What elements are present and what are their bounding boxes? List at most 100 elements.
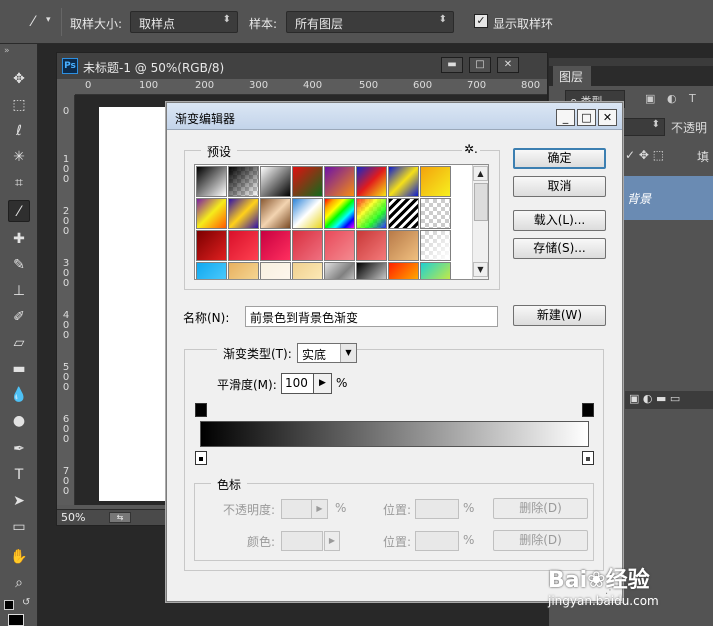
default-colors-icon[interactable] [4, 600, 14, 610]
lock-icon[interactable]: ✓ ✥ ⬚ [625, 148, 664, 162]
sample-size-select[interactable]: 取样点 ⬍ [130, 11, 238, 33]
presets-swatch-grid[interactable]: ▲ ▼ [194, 164, 489, 280]
eraser-tool-icon[interactable]: ▱ [8, 332, 30, 354]
smoothness-input[interactable]: 100 ▶ [281, 373, 332, 394]
gradient-swatch[interactable] [260, 230, 291, 261]
save-button[interactable]: 存储(S)... [513, 238, 606, 259]
gradient-swatch[interactable] [196, 230, 227, 261]
presets-scrollbar[interactable]: ▲ ▼ [472, 165, 488, 279]
gradient-swatch[interactable] [388, 230, 419, 261]
zoom-level[interactable]: 50% [61, 511, 85, 524]
history-brush-tool-icon[interactable]: ✐ [8, 306, 30, 328]
move-tool-icon[interactable]: ✥ [8, 68, 30, 90]
healing-tool-icon[interactable]: ✚ [8, 228, 30, 250]
gradient-swatch[interactable] [356, 262, 387, 279]
layers-tab[interactable]: 图层 [553, 66, 591, 86]
color-stop-right[interactable] [582, 451, 594, 465]
gradient-swatch[interactable] [228, 230, 259, 261]
eyedropper-tool-icon[interactable]: ⁄ [8, 200, 30, 222]
gradient-swatch[interactable] [420, 262, 451, 279]
gradient-swatch[interactable] [356, 230, 387, 261]
gradient-swatch[interactable] [196, 262, 227, 279]
gradient-name-input[interactable]: 前景色到背景色渐变 [245, 306, 498, 327]
layers-footer-icons[interactable]: ▣ ◐ ▬ ▭ [625, 391, 713, 409]
dodge-tool-icon[interactable]: ● [8, 410, 30, 432]
gradient-swatch[interactable] [260, 166, 291, 197]
pen-tool-icon[interactable]: ✒ [8, 438, 30, 460]
gradient-swatch[interactable] [196, 166, 227, 197]
adjust-filter-icon[interactable]: ◐ [667, 92, 677, 105]
gradient-swatch[interactable] [324, 166, 355, 197]
type-filter-icon[interactable]: T [689, 92, 696, 105]
opacity-stop-right[interactable] [582, 403, 594, 417]
scroll-down-icon[interactable]: ▼ [473, 262, 488, 277]
collapse-icon[interactable]: » [4, 46, 10, 56]
hand-tool-icon[interactable]: ✋ [8, 546, 30, 568]
dialog-title-bar[interactable]: 渐变编辑器 _ □ ✕ [167, 103, 622, 130]
dialog-minimize-button[interactable]: _ [556, 109, 575, 126]
gradient-swatch[interactable] [260, 198, 291, 229]
load-button[interactable]: 载入(L)... [513, 210, 606, 231]
gradient-swatch[interactable] [356, 166, 387, 197]
clone-stamp-tool-icon[interactable]: ⊥ [8, 280, 30, 302]
gradient-preview-bar[interactable] [200, 421, 589, 447]
scroll-up-icon[interactable]: ▲ [473, 166, 488, 181]
gradient-swatch[interactable] [420, 166, 451, 197]
gradient-swatch[interactable] [324, 198, 355, 229]
marquee-tool-icon[interactable]: ⬚ [8, 94, 30, 116]
presets-gear-icon[interactable]: ✲. [462, 142, 480, 156]
gradient-swatch[interactable] [228, 198, 259, 229]
zoom-tool-icon[interactable]: ⌕ [8, 572, 30, 594]
shape-tool-icon[interactable]: ▭ [8, 516, 30, 538]
swap-colors-icon[interactable]: ↺ [22, 597, 30, 608]
opacity-stop-left[interactable] [195, 403, 207, 417]
gradient-swatch[interactable] [292, 262, 323, 279]
gradient-swatch[interactable] [324, 262, 355, 279]
brush-tool-icon[interactable]: ✎ [8, 254, 30, 276]
gradient-swatch[interactable] [260, 262, 291, 279]
scroll-thumb[interactable] [474, 183, 488, 221]
gradient-swatch[interactable] [228, 166, 259, 197]
crop-tool-icon[interactable]: ⌗ [8, 172, 30, 194]
image-filter-icon[interactable]: ▣ [645, 92, 655, 105]
path-selection-tool-icon[interactable]: ➤ [8, 490, 30, 512]
gradient-swatch[interactable] [388, 166, 419, 197]
magic-wand-tool-icon[interactable]: ✳ [8, 146, 30, 168]
color-stop-left[interactable] [195, 451, 207, 465]
ruler-origin[interactable] [57, 79, 75, 95]
gradient-swatch[interactable] [228, 262, 259, 279]
gradient-swatch[interactable] [292, 166, 323, 197]
gradient-swatch[interactable] [196, 198, 227, 229]
vertical-ruler[interactable]: 0 1 0 0 2 0 0 3 0 0 4 0 0 5 0 0 6 0 0 7 … [57, 95, 75, 505]
close-button[interactable]: ✕ [497, 57, 519, 73]
blend-mode-select[interactable]: ⬍ [619, 118, 665, 136]
show-ring-checkbox[interactable]: ✓ [474, 14, 488, 28]
sample-select[interactable]: 所有图层 ⬍ [286, 11, 454, 33]
gradient-swatch[interactable] [420, 230, 451, 261]
minimize-button[interactable]: ▬ [441, 57, 463, 73]
type-tool-icon[interactable]: T [8, 464, 30, 486]
status-menu-icon[interactable]: ⇆ [109, 512, 131, 523]
lasso-tool-icon[interactable]: ℓ [8, 120, 30, 142]
background-layer[interactable]: 背景 [619, 176, 713, 220]
cancel-button[interactable]: 取消 [513, 176, 606, 197]
maximize-button[interactable]: □ [469, 57, 491, 73]
dialog-maximize-button[interactable]: □ [577, 109, 596, 126]
gradient-swatch[interactable] [292, 198, 323, 229]
gradient-tool-icon[interactable]: ▬ [8, 358, 30, 380]
eyedropper-icon[interactable]: ⁄ [22, 11, 44, 33]
gradient-swatch[interactable] [292, 230, 323, 261]
gradient-swatch[interactable] [388, 262, 419, 279]
gradient-swatch[interactable] [388, 198, 419, 229]
tool-preset-dropdown-icon[interactable]: ▾ [46, 15, 51, 25]
gradient-type-select[interactable]: 实底 ▼ [297, 343, 357, 363]
smoothness-slider-arrow-icon[interactable]: ▶ [313, 374, 331, 393]
new-button[interactable]: 新建(W) [513, 305, 606, 326]
gradient-swatch[interactable] [420, 198, 451, 229]
gradient-swatch[interactable] [356, 198, 387, 229]
dialog-close-button[interactable]: ✕ [598, 109, 617, 126]
blur-tool-icon[interactable]: 💧 [8, 384, 30, 406]
ok-button[interactable]: 确定 [513, 148, 606, 169]
foreground-color-swatch[interactable] [8, 614, 24, 626]
document-tab[interactable]: Ps 未标题-1 @ 50%(RGB/8) ▬ □ ✕ [57, 53, 547, 79]
